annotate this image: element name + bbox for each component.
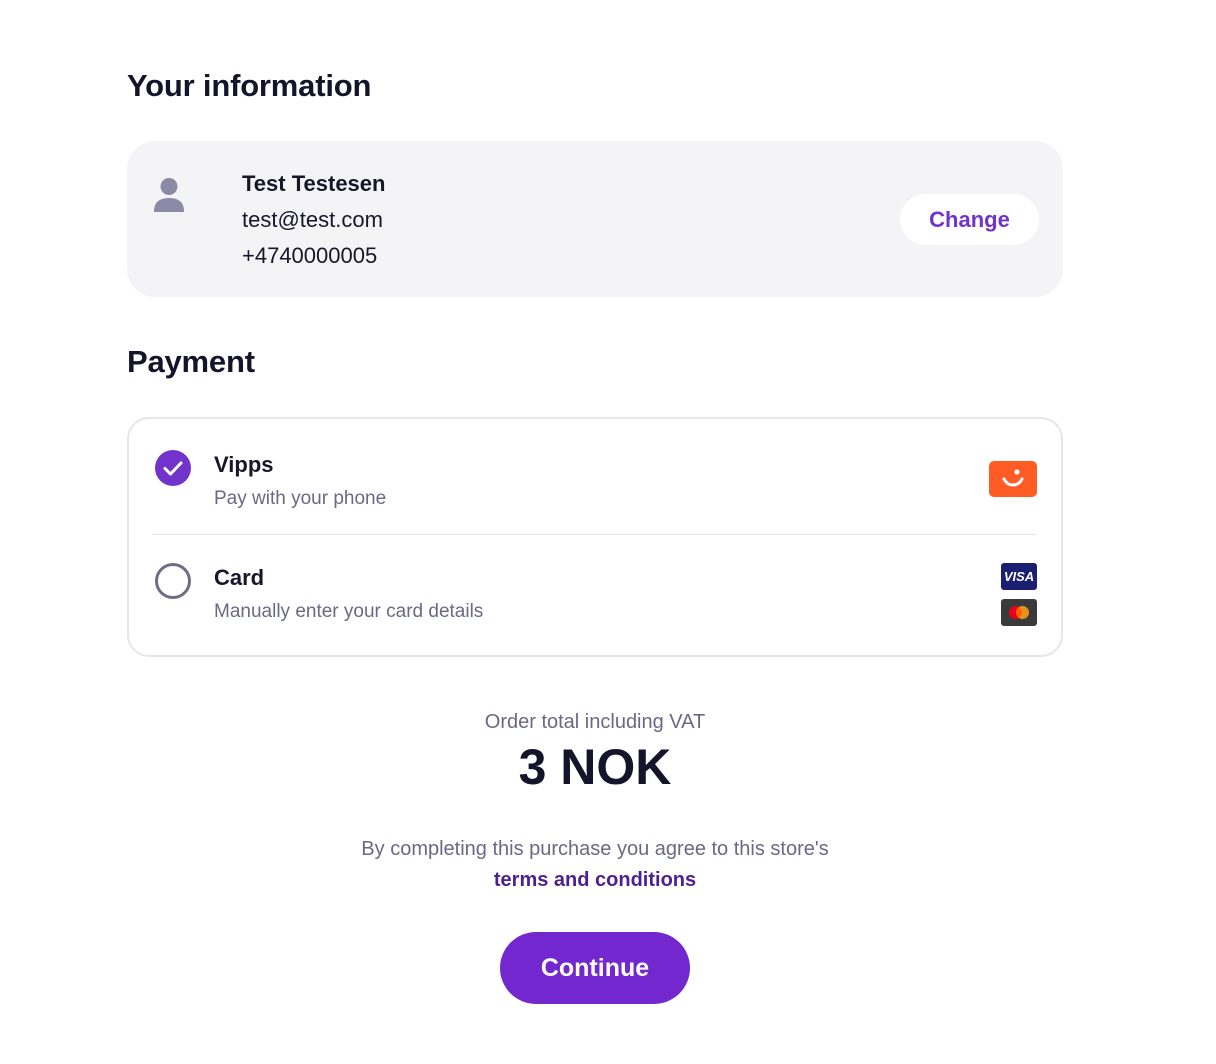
customer-info-card: Test Testesen test@test.com +4740000005 … — [127, 141, 1063, 297]
mastercard-logo-icon — [1001, 599, 1037, 626]
your-information-title: Your information — [127, 68, 372, 103]
change-button[interactable]: Change — [900, 194, 1039, 245]
payment-option-label: Vipps — [214, 452, 274, 477]
payment-option-label: Card — [214, 565, 265, 590]
vipps-logo-icon — [989, 461, 1037, 497]
customer-phone: +4740000005 — [242, 243, 378, 268]
payment-option-description: Manually enter your card details — [214, 601, 484, 622]
radio-checked-icon[interactable] — [155, 450, 191, 486]
person-icon — [153, 177, 185, 213]
order-total-value: 3 NOK — [518, 739, 672, 795]
customer-details: Test Testesen test@test.com +4740000005 — [242, 171, 385, 269]
terms-and-conditions-link[interactable]: terms and conditions — [0, 869, 1190, 892]
continue-button[interactable]: Continue — [500, 932, 690, 1004]
payment-option-card[interactable]: Card Manually enter your card details VI… — [153, 535, 1037, 649]
payment-option-description: Pay with your phone — [214, 488, 387, 509]
order-total-label: Order total including VAT — [484, 711, 706, 733]
payment-title: Payment — [127, 344, 255, 379]
customer-email: test@test.com — [242, 207, 383, 232]
agreement-text: By completing this purchase you agree to… — [361, 838, 829, 860]
payment-options-card: Vipps Pay with your phone Card Manually … — [127, 417, 1063, 657]
customer-name: Test Testesen — [242, 171, 386, 196]
payment-option-vipps[interactable]: Vipps Pay with your phone — [153, 419, 1037, 533]
radio-unchecked-icon[interactable] — [155, 563, 191, 599]
visa-logo-icon: VISA — [1001, 563, 1037, 590]
checkout-page: Your information Test Testesen test@test… — [0, 0, 1216, 1064]
